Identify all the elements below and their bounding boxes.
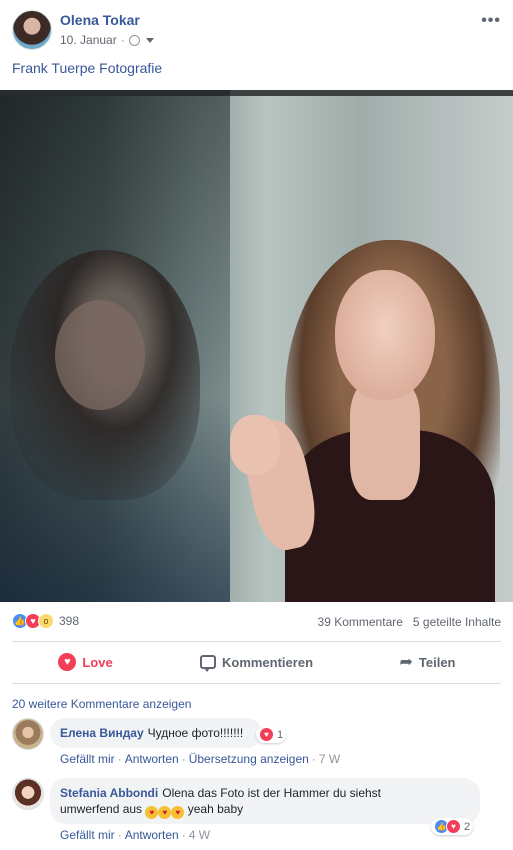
- comment-time[interactable]: 7 W: [319, 752, 340, 766]
- separator-dot: ·: [181, 828, 186, 842]
- comment-text-cont: umwerfend aus: [60, 802, 143, 816]
- comment-reaction-count: 2: [464, 820, 471, 833]
- comment-time[interactable]: 4 W: [189, 828, 210, 842]
- comment-button[interactable]: Kommentieren: [171, 646, 342, 678]
- love-icon: ♥: [259, 727, 274, 742]
- comment-bubble: Елена Виндау Чудное фото!!!!!!!: [50, 718, 262, 748]
- separator-dot: ·: [181, 752, 186, 766]
- post-header: Olena Tokar 10. Januar · ••• Frank Tuerp…: [0, 0, 513, 90]
- love-button-label: Love: [82, 654, 113, 670]
- post-date[interactable]: 10. Januar: [60, 33, 117, 47]
- comment-reaction-count: 1: [277, 728, 284, 741]
- post-meta: 10. Januar ·: [60, 33, 154, 47]
- love-button[interactable]: ♥ Love: [0, 646, 171, 678]
- share-button[interactable]: ➦ Teilen: [342, 646, 513, 678]
- comment-share-counts: 39 Kommentare 5 geteilte Inhalte: [318, 615, 501, 629]
- separator-dot: ·: [311, 752, 316, 766]
- commenter-avatar[interactable]: [12, 778, 44, 810]
- post-actions: ♥ Love Kommentieren ➦ Teilen: [0, 646, 513, 678]
- comment-text: Olena das Foto ist der Hammer du siehst: [162, 786, 381, 800]
- more-comments-link[interactable]: 20 weitere Kommentare anzeigen: [12, 697, 191, 711]
- globe-icon[interactable]: [128, 34, 140, 46]
- comment-bubble: Stefania Abbondi Olena das Foto ist der H…: [50, 778, 480, 824]
- love-reaction-icon: ♥: [58, 653, 77, 671]
- separator-dot: ·: [120, 33, 125, 47]
- love-icon: ♥: [446, 819, 461, 834]
- share-icon: ➦: [399, 654, 413, 671]
- like-comment-link[interactable]: Gefällt mir: [60, 828, 115, 842]
- post-text-link[interactable]: Frank Tuerpe Fotografie: [12, 60, 162, 76]
- comment-text-end: yeah baby: [187, 802, 244, 816]
- heart-eyes-emoji-icon: ♥: [158, 806, 172, 819]
- post-photo[interactable]: [0, 90, 513, 602]
- comment-item: Stefania Abbondi Olena das Foto ist der H…: [12, 778, 501, 844]
- author-name[interactable]: Olena Tokar: [60, 12, 140, 28]
- more-options-icon[interactable]: •••: [481, 12, 501, 30]
- wow-icon: o: [38, 613, 54, 629]
- comments-section: 20 weitere Kommentare anzeigen Елена Вин…: [0, 684, 513, 850]
- reaction-icons[interactable]: 👍 ♥ o 398: [12, 613, 79, 629]
- comment-reactions[interactable]: 👍 ♥ 2: [431, 818, 474, 835]
- shares-count-link[interactable]: 5 geteilte Inhalte: [413, 615, 501, 629]
- separator-dot: ·: [117, 752, 122, 766]
- comment-reactions[interactable]: ♥ 1: [256, 726, 287, 743]
- author-avatar[interactable]: [12, 10, 52, 50]
- photo-face: [335, 270, 435, 400]
- share-button-label: Teilen: [418, 654, 456, 670]
- comment-icon: [199, 655, 216, 672]
- heart-eyes-emoji-icon: ♥: [145, 806, 159, 819]
- heart-eyes-emoji-icon: ♥: [171, 806, 185, 819]
- translate-link[interactable]: Übersetzung anzeigen: [189, 752, 309, 766]
- like-comment-link[interactable]: Gefällt mir: [60, 752, 115, 766]
- photo-reflection-face: [55, 300, 145, 410]
- commenter-name[interactable]: Елена Виндау: [60, 726, 144, 740]
- photo-hand: [230, 415, 280, 475]
- reply-link[interactable]: Antworten: [125, 752, 179, 766]
- comment-item: Елена Виндау Чудное фото!!!!!!! ♥ 1 Gefäl…: [12, 718, 501, 766]
- chevron-down-icon[interactable]: [145, 37, 154, 43]
- commenter-name[interactable]: Stefania Abbondi: [60, 786, 158, 800]
- comment-text: Чудное фото!!!!!!!: [147, 726, 244, 740]
- reaction-count[interactable]: 398: [59, 614, 79, 628]
- commenter-avatar[interactable]: [12, 718, 44, 750]
- comments-count-link[interactable]: 39 Kommentare: [318, 615, 403, 629]
- reply-link[interactable]: Antworten: [125, 828, 179, 842]
- comment-button-label: Kommentieren: [221, 654, 314, 670]
- divider: [12, 641, 501, 642]
- separator-dot: ·: [117, 828, 122, 842]
- comment-actions: Gefällt mir · Antworten · Übersetzung anzeig…: [60, 752, 340, 766]
- reaction-summary: 👍 ♥ o 398 39 Kommentare 5 geteilte Inhal…: [0, 608, 513, 634]
- comment-actions: Gefällt mir · Antworten · 4 W: [60, 828, 210, 842]
